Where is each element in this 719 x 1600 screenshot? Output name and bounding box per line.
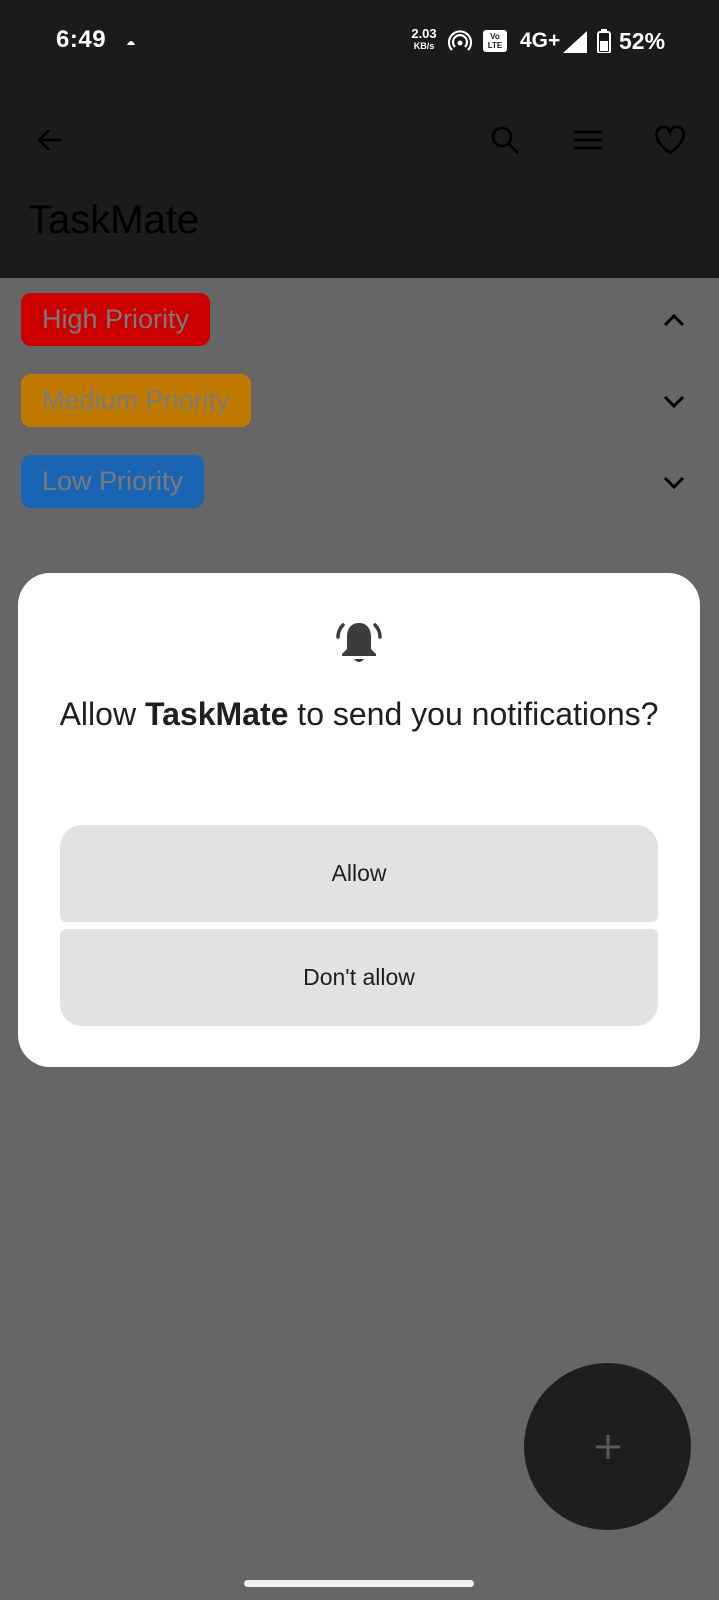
network-speed: 2.03 KB/s	[411, 26, 437, 52]
dont-allow-button[interactable]: Don't allow	[60, 929, 658, 1026]
signal-icon	[563, 31, 587, 53]
priority-section-low[interactable]: Low Priority	[0, 445, 719, 515]
hotspot-icon	[448, 30, 472, 51]
app-bar: TaskMate	[0, 88, 719, 278]
heart-icon	[655, 125, 685, 155]
allow-button[interactable]: Allow	[60, 825, 658, 922]
chevron-down-icon[interactable]	[659, 467, 689, 497]
bell-icon	[336, 623, 382, 662]
back-button[interactable]	[28, 118, 72, 162]
back-arrow-icon	[37, 129, 62, 151]
search-icon	[491, 126, 519, 154]
chevron-down-icon[interactable]	[659, 386, 689, 416]
priority-chip-medium: Medium Priority	[21, 374, 251, 427]
priority-chip-high: High Priority	[21, 293, 211, 346]
volte-icon: Vo LTE	[483, 30, 507, 52]
battery-icon	[597, 29, 611, 53]
status-bar: 6:49 2.03 KB/s Vo LTE 4G+ 52%	[0, 0, 719, 88]
add-task-button[interactable]	[524, 1363, 691, 1530]
menu-button[interactable]	[566, 118, 610, 162]
plus-icon	[595, 1434, 620, 1459]
chevron-up-icon[interactable]	[659, 305, 689, 335]
battery-percent: 52%	[619, 28, 666, 54]
search-button[interactable]	[483, 118, 527, 162]
network-type: 4G+	[520, 29, 561, 52]
priority-chip-low: Low Priority	[21, 455, 205, 508]
favorites-button[interactable]	[648, 118, 692, 162]
notification-permission-dialog: Allow TaskMate to send you notifications…	[18, 573, 700, 1067]
notification-dot-icon	[127, 41, 135, 45]
home-indicator[interactable]	[244, 1580, 474, 1587]
priority-section-medium[interactable]: Medium Priority	[0, 364, 719, 434]
dialog-title: Allow TaskMate to send you notifications…	[59, 696, 659, 732]
status-time: 6:49	[56, 26, 107, 53]
priority-section-high[interactable]: High Priority	[0, 283, 719, 353]
dialog-app-name: TaskMate	[144, 696, 289, 732]
menu-icon	[574, 130, 602, 150]
page-title: TaskMate	[28, 198, 200, 242]
